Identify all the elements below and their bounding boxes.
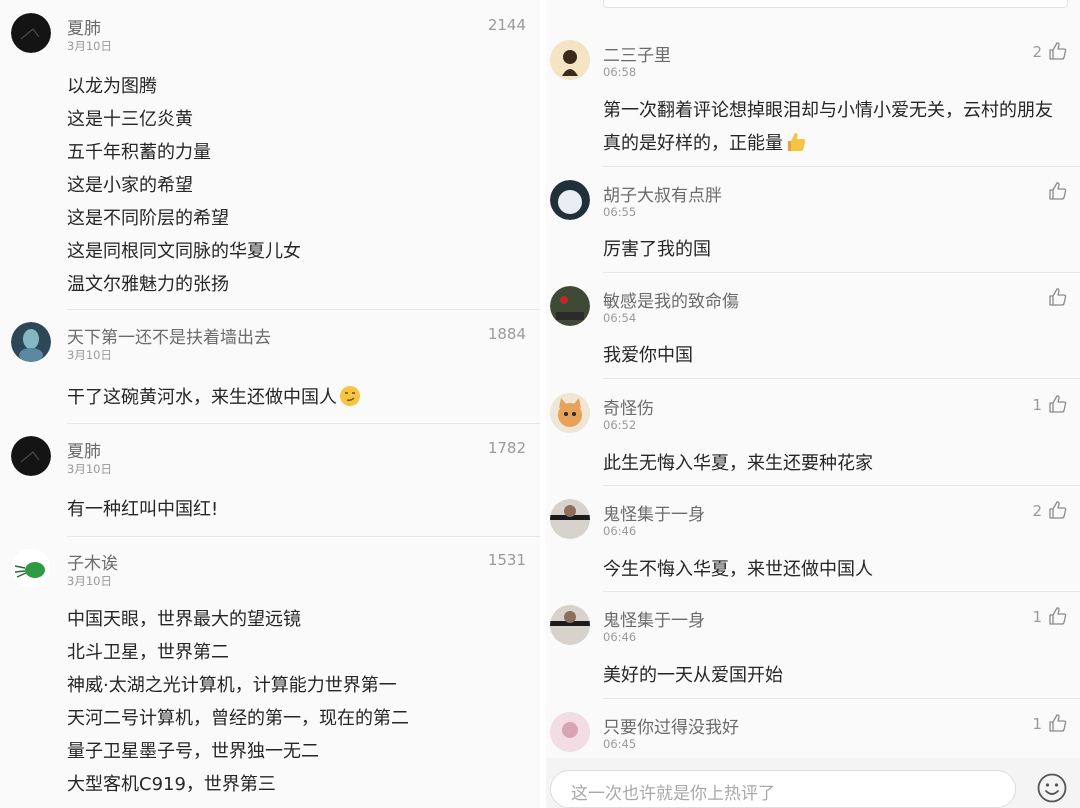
comment-divider xyxy=(603,591,1080,592)
comment-username[interactable]: 天下第一还不是扶着墙出去 xyxy=(67,323,271,348)
top-field-fragment xyxy=(603,0,1068,8)
comment-username[interactable]: 胡子大叔有点胖 xyxy=(603,181,722,206)
like-count: 2 xyxy=(1032,43,1042,61)
like-thumb-icon[interactable] xyxy=(1048,606,1068,626)
comment-text-line: 这是同根同文同脉的华夏儿女 xyxy=(67,241,301,262)
comment-divider xyxy=(603,698,1080,699)
comment-text-line: 今生不悔入华夏，来世还做中国人 xyxy=(603,559,873,580)
like-thumb-icon[interactable] xyxy=(1048,287,1068,307)
comment-text-line: 这是小家的希望 xyxy=(67,175,193,196)
comment-divider xyxy=(603,272,1080,273)
comment-username[interactable]: 夏肺 xyxy=(67,14,101,39)
like-count: 2 xyxy=(1032,502,1042,520)
like-thumb-icon[interactable] xyxy=(1048,41,1068,61)
comment-time: 06:58 xyxy=(603,65,637,79)
comment-text-line: 这是十三亿炎黄 xyxy=(67,109,193,130)
white-cat-avatar-icon[interactable] xyxy=(550,180,590,220)
comment-time: 06:55 xyxy=(603,205,637,219)
comment-text-line: 大型客机C919，世界第三 xyxy=(67,774,276,795)
comment-time: 3月10日 xyxy=(67,574,112,588)
comment-username[interactable]: 鬼怪集于一身 xyxy=(603,500,705,525)
comment-divider xyxy=(67,309,540,310)
like-thumb-icon[interactable] xyxy=(1048,500,1068,520)
comment-divider xyxy=(603,485,1080,486)
comment-text-line: 天河二号计算机，曾经的第一，现在的第二 xyxy=(67,708,409,729)
comment-text-line: 神威·太湖之光计算机，计算能力世界第一 xyxy=(67,675,397,696)
emoji-button-icon[interactable] xyxy=(1036,772,1068,804)
like-thumb-icon[interactable] xyxy=(1048,181,1068,201)
comment-divider xyxy=(67,536,540,537)
pink-portrait-avatar-icon[interactable] xyxy=(550,712,590,752)
green-creature-avatar-icon[interactable] xyxy=(11,548,51,588)
comment-input-placeholder: 这一次也许就是你上热评了 xyxy=(571,784,775,804)
comment-time: 06:52 xyxy=(603,418,637,432)
comment-username[interactable]: 二三子里 xyxy=(603,41,671,66)
comment-time: 06:46 xyxy=(603,524,637,538)
comment-username[interactable]: 奇怪伤 xyxy=(603,394,654,419)
right-comment-list: 二三子里 06:58 2 第一次翻着评论想掉眼泪却与小情小爱无关，云村的朋友真的是好样… xyxy=(546,0,1080,808)
like-count: 1531 xyxy=(487,551,526,569)
blue-figure-avatar-icon[interactable] xyxy=(11,322,51,362)
comment-text-line: 有一种红叫中国红! xyxy=(67,499,219,520)
dark-avatar-icon[interactable] xyxy=(11,436,51,476)
comment-text-line: 此生无悔入华夏，来生还要种花家 xyxy=(603,453,873,474)
comment-username[interactable]: 鬼怪集于一身 xyxy=(603,606,705,631)
portrait-avatar-icon[interactable] xyxy=(550,499,590,539)
comment-time: 3月10日 xyxy=(67,39,112,53)
kitten-avatar-icon[interactable] xyxy=(550,393,590,433)
comment-text-line: 五千年积蓄的力量 xyxy=(67,142,211,163)
comment-text-line: 以龙为图腾 xyxy=(67,76,157,97)
comment-text-line: 量子卫星墨子号，世界独一无二 xyxy=(67,741,319,762)
comment-text-line: 中国天眼，世界最大的望远镜 xyxy=(67,609,301,630)
comment-username[interactable]: 子木诶 xyxy=(67,549,118,574)
comment-time: 06:54 xyxy=(603,311,637,325)
like-count: 1782 xyxy=(487,439,526,457)
comment-text-line: 北斗卫星，世界第二 xyxy=(67,642,229,663)
like-thumb-icon[interactable] xyxy=(1048,713,1068,733)
comment-text-line: 温文尔雅魅力的张扬 xyxy=(67,274,229,295)
comment-time: 3月10日 xyxy=(67,348,112,362)
comment-text-line: 干了这碗黄河水，来生还做中国人 xyxy=(67,383,361,409)
like-count: 1884 xyxy=(487,325,526,343)
like-count: 1 xyxy=(1032,396,1042,414)
portrait-avatar-icon[interactable] xyxy=(550,605,590,645)
comment-username[interactable]: 敏感是我的致命傷 xyxy=(603,287,739,312)
thumbs-up-emoji-icon xyxy=(788,132,806,151)
smirk-emoji-icon xyxy=(340,386,360,406)
comment-input-bar: 这一次也许就是你上热评了 xyxy=(546,758,1080,808)
comment-text-line: 厉害了我的国 xyxy=(603,239,711,260)
comment-divider xyxy=(603,166,1080,167)
left-comment-list: 夏肺 3月10日 2144 以龙为图腾 这是十三亿炎黄 五千年积蓄的力量 这是小家的希望 这是… xyxy=(0,0,540,808)
comment-text-line: 我爱你中国 xyxy=(603,345,693,366)
comment-time: 3月10日 xyxy=(67,462,112,476)
comment-time: 06:45 xyxy=(603,737,637,751)
like-count: 1 xyxy=(1032,608,1042,626)
comment-text-line: 第一次翻着评论想掉眼泪却与小情小爱无关，云村的朋友 xyxy=(603,100,1053,121)
comment-username[interactable]: 夏肺 xyxy=(67,437,101,462)
comment-divider xyxy=(603,378,1080,379)
comment-text-line: 这是不同阶层的希望 xyxy=(67,208,229,229)
cartoon-avatar-icon[interactable] xyxy=(550,40,590,80)
like-thumb-icon[interactable] xyxy=(1048,394,1068,414)
comment-input[interactable]: 这一次也许就是你上热评了 xyxy=(550,770,1016,808)
comment-text-line: 真的是好样的，正能量 xyxy=(603,129,807,155)
comment-time: 06:46 xyxy=(603,630,637,644)
comment-username[interactable]: 只要你过得没我好 xyxy=(603,713,739,738)
comment-divider xyxy=(67,423,540,424)
flower-avatar-icon[interactable] xyxy=(550,286,590,326)
like-count: 2144 xyxy=(487,16,526,34)
comment-text-line: 美好的一天从爱国开始 xyxy=(603,665,783,686)
like-count: 1 xyxy=(1032,715,1042,733)
dark-avatar-icon[interactable] xyxy=(11,13,51,53)
